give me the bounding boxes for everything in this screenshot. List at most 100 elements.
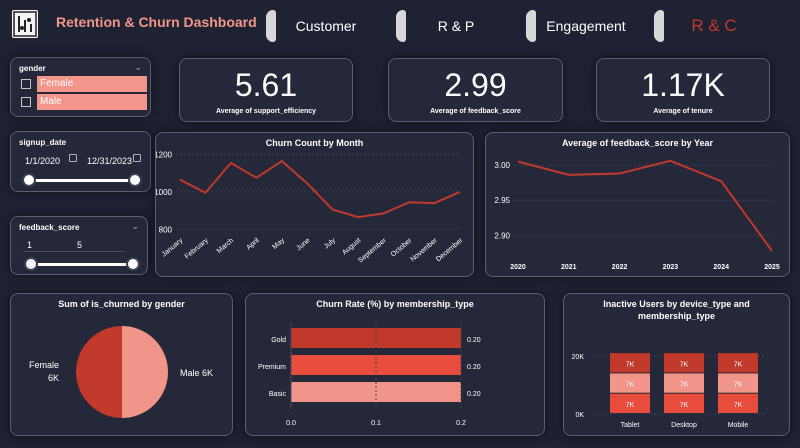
churn-by-month-card: Churn Count by Month 1200 1000 800 January F… (155, 132, 474, 277)
data-label: 7K (680, 402, 689, 409)
feedback-slider-min-handle[interactable] (24, 257, 38, 271)
churn-rate-by-membership-card: Churn Rate (%) by membership_type Gold 0.… (245, 293, 545, 436)
gender-option-female[interactable]: Female (21, 76, 147, 92)
data-label: 7K (626, 402, 635, 409)
feedback-score-slicer: feedback_score ⌄ 1 5 (10, 216, 148, 275)
inactive-users-card: Inactive Users by device_type and member… (563, 293, 790, 436)
kpi-feedback-score-value: 2.99 (444, 67, 507, 103)
kpi-support-efficiency-label: Average of support_efficiency (215, 108, 317, 115)
x-tick-label: 0.2 (456, 420, 466, 427)
x-tick-label: 0.0 (286, 420, 296, 427)
pie-slice-male (76, 326, 122, 418)
x-tick-label: November (410, 237, 440, 264)
chevron-down-icon[interactable]: ⌄ (134, 62, 142, 73)
y-tick-label: 3.00 (494, 161, 510, 170)
gender-slicer: gender ⌄ Female Male (10, 57, 151, 117)
calendar-icon[interactable] (133, 154, 141, 162)
y-tick-label: 20K (572, 354, 585, 361)
churn-by-gender-card: Sum of is_churned by gender Female 6K Male… (10, 293, 233, 436)
data-label: 7K (734, 402, 743, 409)
tab-indicator (396, 10, 406, 42)
x-tick-label: 2025 (764, 264, 780, 271)
calendar-icon[interactable] (69, 154, 77, 162)
tab-r-and-p[interactable]: R & P (396, 10, 516, 42)
x-tick-label: July (323, 237, 337, 251)
tab-engagement-label: Engagement (546, 18, 626, 34)
y-tick-label: 0K (575, 412, 584, 419)
x-tick-label: March (216, 237, 235, 255)
checkbox-icon[interactable] (21, 79, 31, 89)
feedback-slider-track[interactable] (31, 263, 133, 266)
x-tick-label: 0.1 (371, 420, 381, 427)
kpi-feedback-score-label: Average of feedback_score (430, 108, 521, 115)
x-tick-label: May (271, 237, 286, 251)
series-line (179, 159, 461, 219)
gender-slicer-title: gender (19, 64, 46, 73)
kpi-tenure-value: 1.17K (641, 67, 725, 103)
tab-customer-label: Customer (295, 18, 357, 34)
chevron-down-icon[interactable]: ⌄ (131, 221, 139, 232)
x-tick-label: August (341, 237, 362, 256)
kpi-feedback-score-card: 2.99 Average of feedback_score (388, 58, 563, 122)
x-tick-label: 2021 (561, 264, 577, 271)
feedback-by-year-chart: 3.00 2.95 2.90 2020 2021 2022 2023 2024 2025 (494, 159, 780, 271)
kpi-tenure-label: Average of tenure (653, 108, 713, 115)
data-label: 0.20 (467, 391, 481, 398)
date-slider-start-handle[interactable] (22, 173, 36, 187)
pie-value-female: 6K (48, 373, 59, 383)
kpi-tenure-card: 1.17K Average of tenure (596, 58, 770, 122)
tab-indicator (654, 10, 664, 42)
feedback-max-input[interactable]: 5 (73, 238, 125, 252)
tab-r-and-p-label: R & P (437, 18, 475, 34)
tab-engagement[interactable]: Engagement (526, 10, 646, 42)
gender-option-female-label: Female (37, 76, 147, 92)
x-tick-label: 2024 (713, 264, 729, 271)
gender-option-male[interactable]: Male (21, 94, 147, 110)
x-tick-label: September (357, 237, 388, 265)
y-tick-label: 1000 (156, 188, 173, 197)
data-label: 7K (626, 382, 635, 389)
x-tick-label: February (184, 237, 210, 261)
pie-slice-female (122, 326, 168, 418)
date-slider-track[interactable] (29, 179, 135, 182)
signup-date-slicer-title: signup_date (19, 138, 67, 147)
kpi-support-efficiency-value: 5.61 (234, 67, 298, 103)
gender-option-male-label: Male (37, 94, 147, 110)
x-tick-label: Desktop (671, 422, 697, 429)
churn-by-gender-chart: Female 6K Male 6K (29, 326, 213, 418)
y-tick-label: Basic (269, 391, 287, 398)
feedback-slider-max-handle[interactable] (126, 257, 140, 271)
churn-rate-by-membership-chart: Gold 0.20 Premium 0.20 Basic 0.20 0.0 0.1 0.2 (258, 322, 481, 427)
x-tick-label: December (435, 237, 465, 264)
pie-label-male: Male 6K (180, 368, 213, 378)
checkbox-icon[interactable] (21, 97, 31, 107)
data-label: 7K (626, 361, 635, 368)
x-tick-label: 2022 (612, 264, 628, 271)
tab-indicator (526, 10, 536, 42)
tab-r-and-c[interactable]: R & C (654, 10, 774, 42)
kpi-support-efficiency-card: 5.61 Average of support_efficiency (179, 58, 353, 122)
x-tick-label: June (295, 237, 311, 252)
y-tick-label: 2.95 (494, 196, 510, 205)
tab-customer[interactable]: Customer (266, 10, 386, 42)
inactive-users-chart: 20K 0K 7K 7K 7K Tablet 7K 7K 7K Desktop 7K 7K 7K Mobi… (572, 353, 764, 429)
feedback-by-year-card: Average of feedback_score by Year 3.00 2.… (485, 132, 790, 277)
y-tick-label: 1200 (156, 150, 173, 159)
x-tick-label: 2020 (510, 264, 526, 271)
x-tick-label: October (390, 237, 414, 259)
x-tick-label: 2023 (663, 264, 679, 271)
x-tick-label: January (161, 237, 185, 259)
data-label: 0.20 (467, 364, 481, 371)
app-logo (12, 10, 38, 38)
app-title: Retention & Churn Dashboard (56, 14, 257, 30)
date-slider-end-handle[interactable] (128, 173, 142, 187)
feedback-min-input[interactable]: 1 (23, 238, 75, 252)
signup-date-slicer: signup_date 1/1/2020 12/31/2023 (10, 131, 151, 192)
data-label: 7K (680, 361, 689, 368)
x-tick-label: Tablet (621, 422, 640, 429)
tab-r-and-c-label: R & C (691, 16, 737, 35)
series-line (517, 159, 773, 252)
x-tick-label: Mobile (728, 422, 749, 429)
data-label: 0.20 (467, 337, 481, 344)
y-tick-label: 800 (159, 225, 173, 234)
